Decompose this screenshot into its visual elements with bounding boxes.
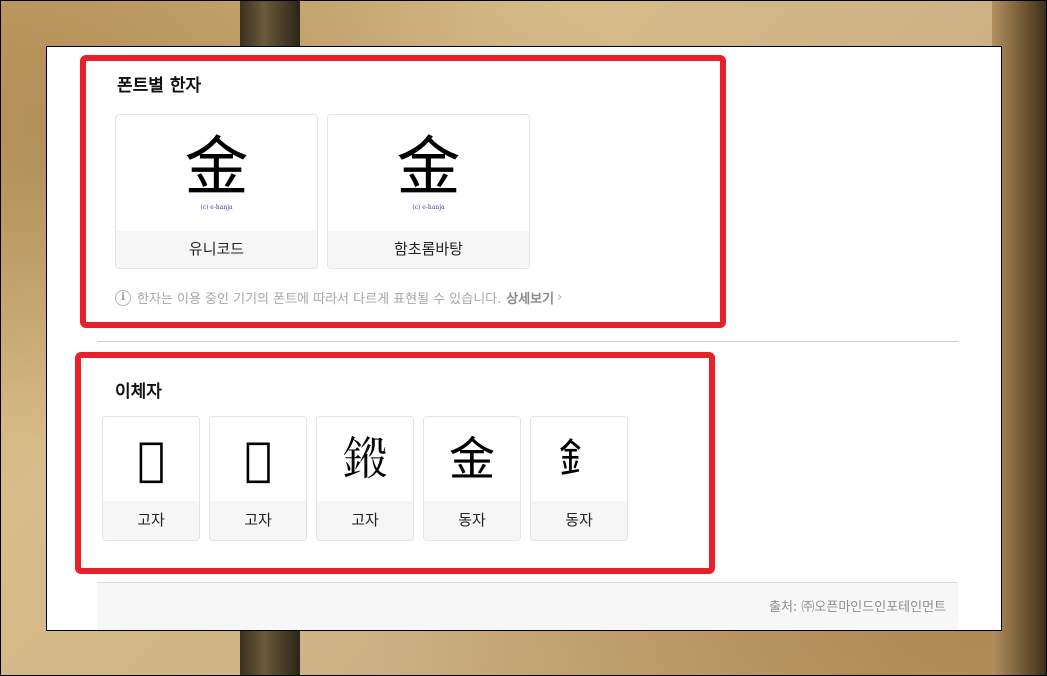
watermark-text: (c) e-hanja — [200, 203, 233, 211]
source-footer: 출처: ㈜오픈마인드인포테인먼트 — [97, 582, 958, 630]
font-section-title: 폰트별 한자 — [117, 76, 202, 96]
hanja-glyph: 金 — [449, 432, 495, 486]
hanja-glyph: 釒 — [559, 436, 599, 482]
glyph-preview: 金 (c) e-hanja — [116, 115, 317, 231]
font-card-hamchorom[interactable]: 金 (c) e-hanja 함초롬바탕 — [327, 114, 530, 269]
hanja-glyph: 𨦯 — [342, 432, 388, 486]
font-card-label: 유니코드 — [116, 231, 317, 268]
variant-card[interactable]: 𨥁 고자 — [102, 416, 200, 541]
hanja-glyph: 𨥁 — [137, 432, 165, 486]
watermark-text: (c) e-hanja — [412, 203, 445, 211]
hanja-glyph: 𨦟 — [244, 432, 272, 486]
variant-card-label: 동자 — [531, 501, 627, 540]
variant-card-label: 고자 — [103, 501, 199, 540]
font-card-unicode[interactable]: 金 (c) e-hanja 유니코드 — [115, 114, 318, 269]
chevron-right-icon: › — [557, 290, 563, 305]
notice-text: 한자는 이용 중인 기기의 폰트에 따라서 다르게 표현될 수 있습니다. — [137, 292, 502, 307]
font-notice: i 한자는 이용 중인 기기의 폰트에 따라서 다르게 표현될 수 있습니다. … — [115, 288, 562, 307]
glyph-preview: 釒 — [531, 417, 627, 501]
glyph-preview: 𨦯 — [317, 417, 413, 501]
variant-card-label: 고자 — [210, 501, 306, 540]
hanja-detail-panel: 폰트별 한자 金 (c) e-hanja 유니코드 金 (c) e-hanja … — [46, 46, 1002, 631]
variant-card-label: 고자 — [317, 501, 413, 540]
glyph-preview: 𨥁 — [103, 417, 199, 501]
variant-card[interactable]: 釒 동자 — [530, 416, 628, 541]
hanja-glyph: 金 — [396, 130, 461, 205]
section-divider — [97, 341, 958, 342]
source-text: 출처: ㈜오픈마인드인포테인먼트 — [769, 600, 946, 615]
glyph-preview: 金 (c) e-hanja — [328, 115, 529, 231]
variant-card-label: 동자 — [424, 501, 520, 540]
variant-section-title: 이체자 — [115, 382, 162, 402]
hanja-glyph: 金 — [184, 130, 249, 205]
variant-card[interactable]: 金 동자 — [423, 416, 521, 541]
font-card-label: 함초롬바탕 — [328, 231, 529, 268]
detail-link[interactable]: 상세보기 — [506, 288, 554, 307]
glyph-preview: 金 — [424, 417, 520, 501]
variant-card[interactable]: 𨦯 고자 — [316, 416, 414, 541]
info-icon: i — [115, 289, 131, 306]
variant-card[interactable]: 𨦟 고자 — [209, 416, 307, 541]
glyph-preview: 𨦟 — [210, 417, 306, 501]
